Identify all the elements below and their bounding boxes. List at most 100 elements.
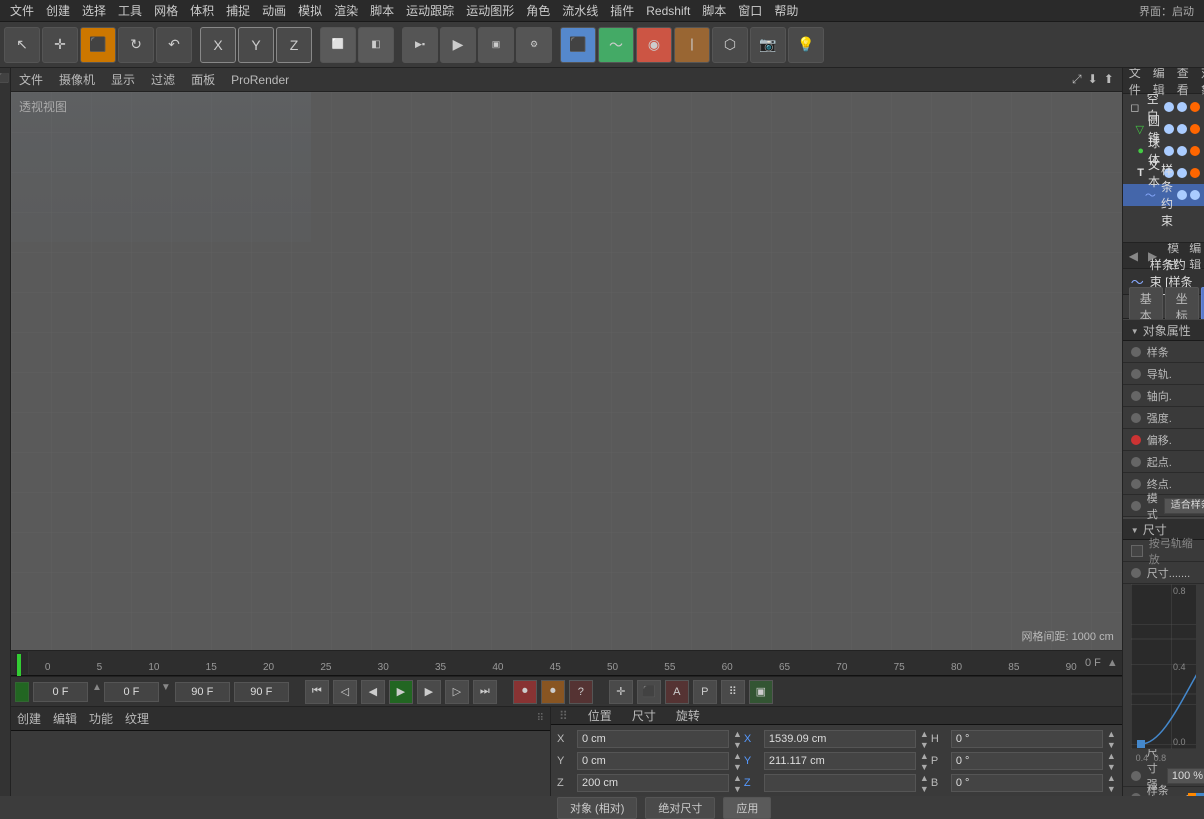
light-btn[interactable]: 💡 bbox=[788, 27, 824, 63]
deformer-btn[interactable]: 〡 bbox=[674, 27, 710, 63]
render-region-btn[interactable]: ▶▪ bbox=[402, 27, 438, 63]
attr-nav-left[interactable]: ◀ bbox=[1129, 249, 1138, 263]
menu-mograph[interactable]: 运动图形 bbox=[460, 2, 520, 19]
size-y-arrows[interactable]: ▲▼ bbox=[920, 751, 929, 772]
axis-y-btn[interactable]: Y bbox=[238, 27, 274, 63]
spline-size-handle-right[interactable] bbox=[1188, 793, 1196, 797]
coord-mode-btn[interactable]: 对象 (相对) bbox=[557, 797, 637, 819]
pos-x-input[interactable] bbox=[577, 730, 729, 748]
menu-window[interactable]: 窗口 bbox=[732, 2, 768, 19]
pos-y-arrows[interactable]: ▲▼ bbox=[733, 751, 742, 772]
frame-current-input[interactable] bbox=[104, 682, 159, 702]
rotate-tool-btn[interactable]: ↻ bbox=[118, 27, 154, 63]
stretch-checkbox[interactable] bbox=[1131, 545, 1143, 557]
cone-tag-dot[interactable] bbox=[1190, 124, 1200, 134]
sc-vis-dot2[interactable] bbox=[1190, 190, 1200, 200]
menu-select[interactable]: 选择 bbox=[76, 2, 112, 19]
render-btn[interactable]: ▶ bbox=[440, 27, 476, 63]
pos-x-arrows[interactable]: ▲▼ bbox=[733, 729, 742, 750]
render-settings-btn[interactable]: ⚙ bbox=[516, 27, 552, 63]
prev-key-btn[interactable]: ◀ bbox=[361, 680, 385, 704]
sphere-vis-dot1[interactable] bbox=[1164, 146, 1174, 156]
size-z-arrows[interactable]: ▲▼ bbox=[920, 773, 929, 794]
null-vis-dot1[interactable] bbox=[1164, 102, 1174, 112]
null-tag-dot[interactable] bbox=[1190, 102, 1200, 112]
next-frame-btn[interactable]: ▷ bbox=[445, 680, 469, 704]
menu-redshift[interactable]: Redshift bbox=[640, 4, 696, 18]
nurbs-btn[interactable]: ◉ bbox=[636, 27, 672, 63]
transform-btn2[interactable]: ◧ bbox=[358, 27, 394, 63]
size-z-input[interactable] bbox=[764, 774, 916, 792]
rot-h-input[interactable] bbox=[951, 730, 1103, 748]
rot-p-input[interactable] bbox=[951, 752, 1103, 770]
go-end-btn[interactable]: ⏭ bbox=[473, 680, 497, 704]
menu-help[interactable]: 帮助 bbox=[768, 2, 804, 19]
menu-mesh[interactable]: 网格 bbox=[148, 2, 184, 19]
select-tool-btn[interactable]: ↖ bbox=[4, 27, 40, 63]
move-tool-btn[interactable]: ✛ bbox=[42, 27, 78, 63]
tab-edit[interactable]: 编辑 bbox=[53, 710, 77, 727]
obj-row-cone[interactable]: ▽ 圆锥 bbox=[1123, 118, 1204, 140]
tab-view[interactable]: 文件 bbox=[19, 71, 43, 88]
tab-camera[interactable]: 摄像机 bbox=[59, 71, 95, 88]
menu-render[interactable]: 渲染 bbox=[328, 2, 364, 19]
menu-motiontrack[interactable]: 运动跟踪 bbox=[400, 2, 460, 19]
frame-end-input[interactable] bbox=[175, 682, 230, 702]
viewport-icon-2[interactable]: ⬇ bbox=[1088, 72, 1098, 87]
tab-filter[interactable]: 过滤 bbox=[151, 71, 175, 88]
scale-tool-btn[interactable]: ⬛ bbox=[80, 27, 116, 63]
frame-end2-input[interactable] bbox=[234, 682, 289, 702]
obj-row-spline-constraint[interactable]: 〜 样条约束 bbox=[1123, 184, 1204, 206]
tab-panel[interactable]: 面板 bbox=[191, 71, 215, 88]
dotgrid-btn[interactable]: ⠿ bbox=[721, 680, 745, 704]
null-vis-dot2[interactable] bbox=[1177, 102, 1187, 112]
record-pos-btn[interactable]: ⏺ bbox=[541, 680, 565, 704]
rot-b-arrows[interactable]: ▲▼ bbox=[1107, 773, 1116, 794]
text-tag-dot[interactable] bbox=[1190, 168, 1200, 178]
side-icon-1[interactable]: ⬛ bbox=[0, 72, 10, 83]
frame-start-input[interactable] bbox=[33, 682, 88, 702]
spline-btn[interactable]: 〜 bbox=[598, 27, 634, 63]
abs-size-btn[interactable]: 绝对尺寸 bbox=[645, 797, 715, 819]
tab-function[interactable]: 功能 bbox=[89, 710, 113, 727]
viewport-icon-1[interactable]: ⤢ bbox=[1072, 72, 1082, 87]
tab-prorender[interactable]: ProRender bbox=[231, 73, 289, 87]
size-x-input[interactable] bbox=[764, 730, 916, 748]
menu-animate[interactable]: 动画 bbox=[256, 2, 292, 19]
timeline-expand-btn[interactable]: ▲ bbox=[1107, 657, 1118, 669]
rot-h-arrows[interactable]: ▲▼ bbox=[1107, 729, 1116, 750]
timeline-ticks[interactable]: 0 5 10 15 20 25 30 35 40 45 50 55 bbox=[29, 650, 1079, 676]
tab-texture[interactable]: 纹理 bbox=[125, 710, 149, 727]
sphere-tag-dot[interactable] bbox=[1190, 146, 1200, 156]
pos-y-input[interactable] bbox=[577, 752, 729, 770]
size-y-input[interactable] bbox=[764, 752, 916, 770]
menu-tools[interactable]: 工具 bbox=[112, 2, 148, 19]
sel-key-btn[interactable]: ⬛ bbox=[637, 680, 661, 704]
size-toggle-icon[interactable] bbox=[1131, 522, 1139, 536]
text-vis-dot2[interactable] bbox=[1177, 168, 1187, 178]
tab-create[interactable]: 创建 bbox=[17, 710, 41, 727]
menu-pipeline[interactable]: 流水线 bbox=[556, 2, 604, 19]
pos-z-input[interactable] bbox=[577, 774, 729, 792]
cone-vis-dot1[interactable] bbox=[1164, 124, 1174, 134]
size-x-arrows[interactable]: ▲▼ bbox=[920, 729, 929, 750]
tab-display[interactable]: 显示 bbox=[111, 71, 135, 88]
section-toggle-icon[interactable] bbox=[1131, 323, 1139, 337]
record-special-btn[interactable]: P bbox=[693, 680, 717, 704]
frame-down-btn[interactable]: ▼ bbox=[161, 682, 171, 702]
3d-viewport[interactable]: ABCDEFG Y X 透视视图 网格间距: 1000 cm bbox=[11, 92, 1122, 650]
cube-btn[interactable]: ⬛ bbox=[560, 27, 596, 63]
menu-file[interactable]: 文件 bbox=[4, 2, 40, 19]
frame-up-btn[interactable]: ▲ bbox=[92, 682, 102, 702]
timeline-view-btn[interactable]: ▣ bbox=[749, 680, 773, 704]
record-help-btn[interactable]: ? bbox=[569, 680, 593, 704]
camera-btn[interactable]: 📷 bbox=[750, 27, 786, 63]
menu-volume[interactable]: 体积 bbox=[184, 2, 220, 19]
pos-z-arrows[interactable]: ▲▼ bbox=[733, 773, 742, 794]
sphere-vis-dot2[interactable] bbox=[1177, 146, 1187, 156]
transform-btn1[interactable]: ⬜ bbox=[320, 27, 356, 63]
axis-x-btn[interactable]: X bbox=[200, 27, 236, 63]
menu-plugin[interactable]: 插件 bbox=[604, 2, 640, 19]
menu-script[interactable]: 脚本 bbox=[696, 2, 732, 19]
auto-key-btn[interactable]: A bbox=[665, 680, 689, 704]
